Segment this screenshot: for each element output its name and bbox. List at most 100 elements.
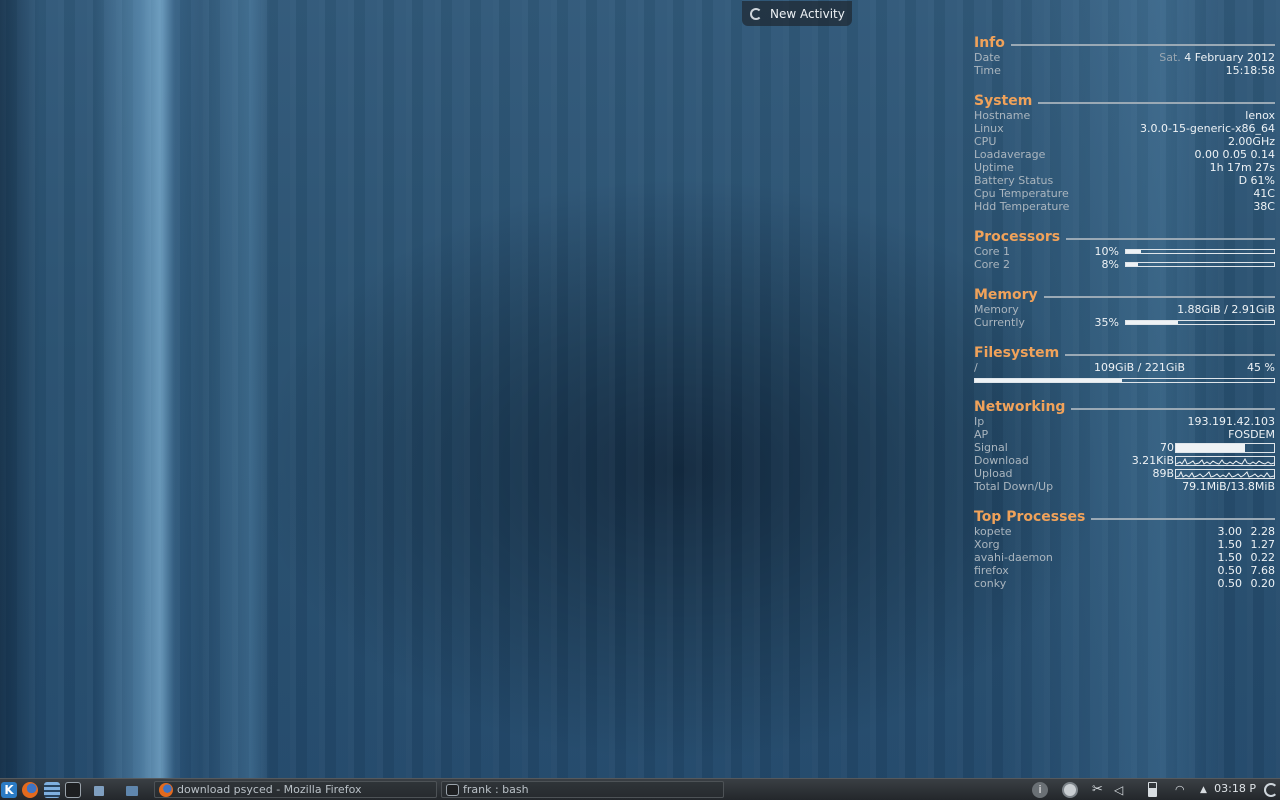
system-value: 38C — [1253, 200, 1275, 213]
signal-fill — [1176, 443, 1245, 452]
system-value: 1h 17m 27s — [1209, 161, 1275, 174]
process-row: kopete 3.00 2.28 — [974, 525, 1275, 538]
volume-button[interactable]: ◁ — [1114, 781, 1123, 798]
chevron-up-icon: ▲ — [1200, 784, 1207, 795]
signal-bar — [1175, 442, 1275, 453]
signal-row: Signal 70 — [974, 441, 1275, 454]
system-value: D 61% — [1238, 174, 1275, 187]
pager-button[interactable] — [126, 781, 138, 798]
section-divider — [1043, 296, 1275, 298]
upload-graph — [1175, 468, 1275, 479]
upload-value: 89B — [1152, 467, 1174, 480]
task-terminal[interactable]: frank : bash — [441, 781, 724, 798]
klipper-button[interactable]: ✂ — [1092, 781, 1103, 798]
memory-section: Memory Memory 1.88GiB / 2.91GiB Currentl… — [974, 287, 1275, 329]
info-time-row: Time 15:18:58 — [974, 64, 1275, 77]
signal-value: 70 — [1160, 441, 1174, 454]
time-value: 15:18:58 — [1225, 64, 1275, 77]
activity-label: New Activity — [770, 6, 845, 21]
speaker-icon: ◁ — [1114, 782, 1124, 797]
kopete-tray-button[interactable] — [1062, 781, 1078, 798]
clock[interactable]: 03:18 P — [1214, 782, 1256, 795]
system-value: lenox — [1245, 109, 1275, 122]
wifi-icon: ◠ — [1175, 783, 1185, 796]
firefox-launcher[interactable] — [22, 781, 38, 798]
kopete-icon — [1062, 781, 1078, 798]
tray-expand-button[interactable]: ▲ — [1200, 781, 1207, 798]
filesystem-usage-bar — [974, 378, 1275, 383]
system-value: 41C — [1253, 187, 1275, 200]
terminal-launcher[interactable] — [65, 781, 81, 798]
system-label: Cpu Temperature — [974, 187, 1069, 200]
process-cpu: 1.50 — [1217, 538, 1243, 551]
memory-label: Memory — [974, 303, 1019, 316]
system-value: 0.00 0.05 0.14 — [1194, 148, 1275, 161]
core-usage-bar — [1125, 262, 1275, 267]
battery-button[interactable] — [1148, 781, 1157, 798]
signal-label: Signal — [974, 441, 1008, 454]
section-title-system: System — [974, 93, 1033, 109]
section-divider — [1010, 44, 1275, 46]
core-usage-bar — [1125, 249, 1275, 254]
system-label: Hostname — [974, 109, 1031, 122]
panel-toolbox-button[interactable] — [1264, 781, 1278, 798]
activity-icon — [750, 7, 762, 20]
networking-section: Networking Ip 193.191.42.103 AP FOSDEM S… — [974, 399, 1275, 493]
process-cpu: 1.50 — [1217, 551, 1243, 564]
system-row: Loadaverage 0.00 0.05 0.14 — [974, 148, 1275, 161]
ap-label: AP — [974, 428, 989, 441]
download-label: Download — [974, 454, 1029, 467]
process-cpu: 0.50 — [1217, 577, 1243, 590]
show-desktop-button[interactable] — [94, 781, 104, 798]
terminal-icon — [446, 783, 459, 796]
download-row: Download 3.21KiB — [974, 454, 1275, 467]
file-manager-launcher[interactable] — [44, 781, 60, 798]
filesystem-section: Filesystem / 109GiB / 221GiB 45 % — [974, 345, 1275, 383]
process-cpu: 0.50 — [1217, 564, 1243, 577]
activity-button[interactable]: New Activity — [742, 1, 852, 26]
process-name: firefox — [974, 564, 1009, 577]
process-row: firefox 0.50 7.68 — [974, 564, 1275, 577]
core-percent: 10% — [1094, 245, 1119, 258]
total-value: 79.1MiB/13.8MiB — [1182, 480, 1275, 493]
desktop-icon — [94, 786, 104, 796]
kde-menu-icon: K — [1, 781, 17, 798]
system-row: Battery Status D 61% — [974, 174, 1275, 187]
notifications-button[interactable]: i — [1032, 781, 1048, 798]
core-label: Core 1 — [974, 245, 1010, 258]
memory-usage-fill — [1126, 321, 1178, 324]
ip-label: Ip — [974, 415, 985, 428]
file-manager-icon — [44, 781, 60, 798]
kde-menu-button[interactable]: K — [1, 781, 17, 798]
total-row: Total Down/Up 79.1MiB/13.8MiB — [974, 480, 1275, 493]
system-row: CPU 2.00GHz — [974, 135, 1275, 148]
top-processes-section: Top Processes kopete 3.00 2.28 Xorg 1.50 1.2… — [974, 509, 1275, 590]
network-button[interactable]: ◠ — [1175, 781, 1185, 798]
section-title-top-processes: Top Processes — [974, 509, 1086, 525]
info-icon: i — [1032, 781, 1048, 798]
date-label: Date — [974, 51, 1001, 64]
system-section: System Hostname lenox Linux 3.0.0-15-gener… — [974, 93, 1275, 213]
section-title-memory: Memory — [974, 287, 1038, 303]
time-label: Time — [974, 64, 1001, 77]
task-label: download psyced - Mozilla Firefox — [177, 783, 362, 796]
terminal-icon — [65, 781, 81, 798]
ap-value: FOSDEM — [1228, 428, 1275, 441]
system-row: Linux 3.0.0-15-generic-x86_64 — [974, 122, 1275, 135]
section-divider — [1066, 238, 1275, 240]
process-row: conky 0.50 0.20 — [974, 577, 1275, 590]
info-date-row: Date Sat. 4 February 2012 — [974, 51, 1275, 64]
core-usage-fill — [1126, 263, 1138, 266]
section-title-info: Info — [974, 35, 1005, 51]
system-label: CPU — [974, 135, 997, 148]
process-mem: 1.27 — [1250, 538, 1276, 551]
pager-icon — [126, 786, 138, 796]
system-label: Battery Status — [974, 174, 1054, 187]
firefox-icon — [22, 781, 38, 798]
download-graph — [1175, 455, 1275, 466]
task-firefox[interactable]: download psyced - Mozilla Firefox — [154, 781, 437, 798]
system-label: Hdd Temperature — [974, 200, 1070, 213]
section-title-networking: Networking — [974, 399, 1066, 415]
system-label: Linux — [974, 122, 1004, 135]
system-label: Loadaverage — [974, 148, 1046, 161]
